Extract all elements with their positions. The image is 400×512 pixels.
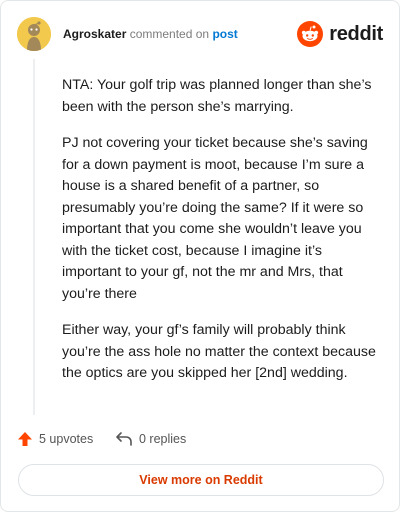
comment-actions: 5 upvotes 0 replies bbox=[17, 429, 383, 451]
upvotes-button[interactable]: 5 upvotes bbox=[17, 431, 93, 447]
reddit-logo-icon bbox=[297, 21, 323, 47]
reddit-wordmark: reddit bbox=[329, 23, 383, 45]
comment-paragraph: Either way, your gf’s family will probab… bbox=[62, 322, 376, 381]
comment-paragraph: NTA: Your golf trip was planned longer t… bbox=[62, 77, 372, 115]
replies-button[interactable]: 0 replies bbox=[115, 431, 186, 447]
upvote-arrow-icon bbox=[18, 432, 32, 446]
action-text: commented on bbox=[129, 27, 210, 41]
reddit-brand[interactable]: reddit bbox=[293, 21, 383, 47]
post-link[interactable]: post bbox=[212, 27, 237, 41]
upvotes-count: 5 upvotes bbox=[39, 432, 94, 446]
comment-body: NTA: Your golf trip was planned longer t… bbox=[62, 75, 380, 400]
username-link[interactable]: Agroskater bbox=[63, 27, 126, 41]
comment-paragraph: PJ not covering your ticket because she’… bbox=[62, 135, 368, 302]
replies-count: 0 replies bbox=[139, 432, 187, 446]
reply-arrow-icon bbox=[116, 432, 132, 446]
view-more-on-reddit-button[interactable]: View more on Reddit bbox=[18, 464, 384, 496]
byline: Agroskater commented on post bbox=[63, 27, 238, 41]
thread-line[interactable] bbox=[33, 59, 35, 415]
snoo-avatar-icon bbox=[17, 17, 51, 51]
comment-header: Agroskater commented on post reddit bbox=[17, 17, 383, 51]
avatar[interactable] bbox=[17, 17, 51, 51]
reddit-comment-card: Agroskater commented on post reddit NTA:… bbox=[0, 0, 400, 512]
